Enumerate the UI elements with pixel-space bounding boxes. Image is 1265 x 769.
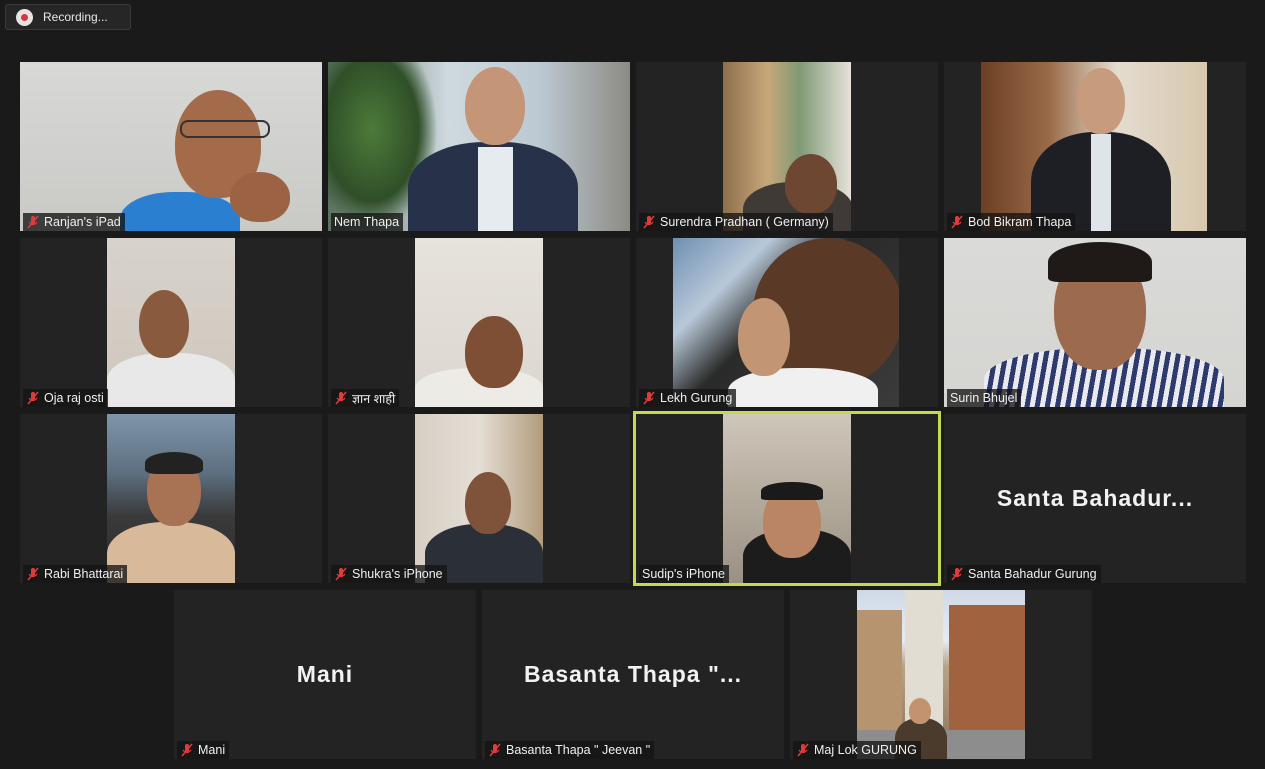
participant-video	[673, 238, 899, 407]
participant-video	[20, 62, 322, 231]
participant-video	[723, 62, 851, 231]
mic-muted-icon	[27, 567, 39, 581]
participant-name: Shukra's iPhone	[352, 567, 443, 581]
recording-indicator[interactable]: Recording...	[5, 4, 131, 30]
participant-name-label: Nem Thapa	[331, 213, 404, 231]
participant-name: Sudip's iPhone	[642, 567, 726, 581]
participant-display-name: Mani	[296, 661, 354, 687]
participant-name-label: Bod Bikram Thapa	[947, 213, 1076, 231]
participant-video	[944, 238, 1246, 407]
participant-video	[981, 62, 1207, 231]
participant-tile[interactable]: Rabi Bhattarai	[20, 414, 322, 583]
participant-name: Mani	[198, 743, 226, 757]
mic-muted-icon	[489, 743, 501, 757]
participant-tile[interactable]: ज्ञान शाही	[328, 238, 630, 407]
participant-tile[interactable]: Nem Thapa	[328, 62, 630, 231]
participant-name: Surendra Pradhan ( Germany)	[660, 215, 829, 229]
participant-name-label: Santa Bahadur Gurung	[947, 565, 1101, 583]
participant-video	[328, 62, 630, 231]
participant-tile[interactable]: Basanta Thapa "... Basanta Thapa " Jeeva…	[482, 590, 784, 759]
participant-display-name: Santa Bahadur...	[996, 485, 1194, 511]
participant-tile[interactable]: Santa Bahadur... Santa Bahadur Gurung	[944, 414, 1246, 583]
participant-name: Nem Thapa	[334, 215, 400, 229]
participant-tile[interactable]: Oja raj osti	[20, 238, 322, 407]
participant-video	[415, 414, 543, 583]
participant-name: Oja raj osti	[44, 391, 104, 405]
participant-name: Lekh Gurung	[660, 391, 733, 405]
participant-name-label: Oja raj osti	[23, 389, 108, 407]
mic-muted-icon	[951, 567, 963, 581]
participant-video	[107, 238, 235, 407]
participant-name: Maj Lok GURUNG	[814, 743, 917, 757]
mic-muted-icon	[643, 391, 655, 405]
participant-name: Rabi Bhattarai	[44, 567, 124, 581]
participant-tile[interactable]: Surin Bhujel	[944, 238, 1246, 407]
participant-tile-active-speaker[interactable]: Sudip's iPhone	[633, 411, 941, 586]
participant-video	[723, 414, 851, 583]
participant-tile[interactable]: Surendra Pradhan ( Germany)	[636, 62, 938, 231]
participant-name-label: Basanta Thapa " Jeevan "	[485, 741, 655, 759]
mic-muted-icon	[27, 391, 39, 405]
participant-name: Santa Bahadur Gurung	[968, 567, 1097, 581]
mic-muted-icon	[27, 215, 39, 229]
participant-tile[interactable]: Lekh Gurung	[636, 238, 938, 407]
participant-tile[interactable]: Mani Mani	[174, 590, 476, 759]
mic-muted-icon	[643, 215, 655, 229]
recording-label: Recording...	[43, 10, 108, 24]
participant-name-label: Surendra Pradhan ( Germany)	[639, 213, 833, 231]
participant-name: Bod Bikram Thapa	[968, 215, 1072, 229]
mic-muted-icon	[181, 743, 193, 757]
participant-tile[interactable]: Shukra's iPhone	[328, 414, 630, 583]
participant-name: Basanta Thapa " Jeevan "	[506, 743, 651, 757]
participant-name-label: Rabi Bhattarai	[23, 565, 128, 583]
participant-name-label: Sudip's iPhone	[639, 565, 730, 583]
participant-video	[107, 414, 235, 583]
recording-icon	[16, 8, 33, 26]
participant-tile[interactable]: Maj Lok GURUNG	[790, 590, 1092, 759]
mic-muted-icon	[951, 215, 963, 229]
mic-muted-icon	[797, 743, 809, 757]
participant-name-label: Mani	[177, 741, 230, 759]
participant-name-label: Lekh Gurung	[639, 389, 737, 407]
participant-name-label: ज्ञान शाही	[331, 389, 400, 407]
participant-display-name: Basanta Thapa "...	[523, 661, 743, 687]
participant-name: ज्ञान शाही	[352, 391, 396, 406]
participant-tile[interactable]: Ranjan's iPad	[20, 62, 322, 231]
participant-name-label: Shukra's iPhone	[331, 565, 447, 583]
mic-muted-icon	[335, 567, 347, 581]
participant-name: Ranjan's iPad	[44, 215, 121, 229]
participant-name-label: Ranjan's iPad	[23, 213, 125, 231]
mic-muted-icon	[335, 391, 347, 405]
participant-name: Surin Bhujel	[950, 391, 1018, 405]
participant-video	[857, 590, 1025, 759]
participant-video	[415, 238, 543, 407]
participant-name-label: Maj Lok GURUNG	[793, 741, 921, 759]
participant-tile[interactable]: Bod Bikram Thapa	[944, 62, 1246, 231]
participant-name-label: Surin Bhujel	[947, 389, 1022, 407]
